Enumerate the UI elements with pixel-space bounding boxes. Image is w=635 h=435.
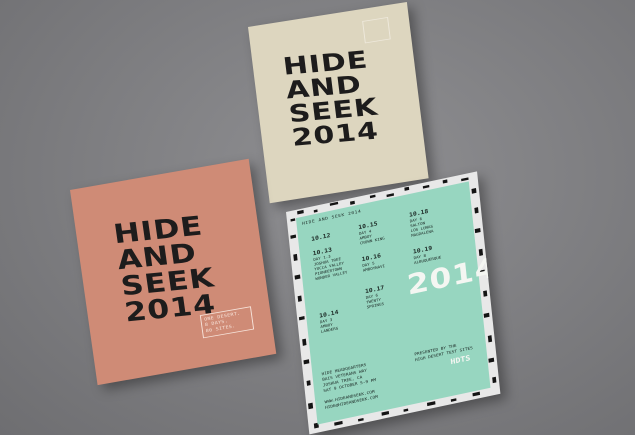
stamp-box — [362, 17, 391, 44]
schedule-date: 10.18 — [408, 208, 429, 219]
schedule-date: 10.14 — [318, 308, 339, 320]
schedule-date: 10.16 — [361, 252, 382, 263]
schedule-date: 10.17 — [364, 284, 385, 295]
pink-title: HIDE AND SEEK 2014 — [112, 210, 220, 328]
mint-panel: HIDE AND SEEK 2014 10.12 10.13 DAY 1.3 J… — [295, 181, 499, 425]
pink-postcard: HIDE AND SEEK 2014 ONE DESERT. 8 DAYS. 8… — [70, 158, 277, 386]
hdts-mark: HDTS — [450, 354, 471, 367]
photo-scene: HIDE AND SEEK 2014 HIDE AND SEEK 2014 ON… — [0, 0, 635, 435]
schedule-date: 10.19 — [412, 244, 433, 256]
cream-postcard: HIDE AND SEEK 2014 — [248, 1, 429, 204]
title-line: 2014 — [290, 116, 381, 152]
schedule-date: 10.15 — [357, 220, 378, 231]
schedule-date: 10.12 — [310, 232, 331, 243]
mint-poster: HIDE AND SEEK 2014 10.12 10.13 DAY 1.3 J… — [286, 171, 501, 435]
cream-title: HIDE AND SEEK 2014 — [281, 45, 383, 152]
